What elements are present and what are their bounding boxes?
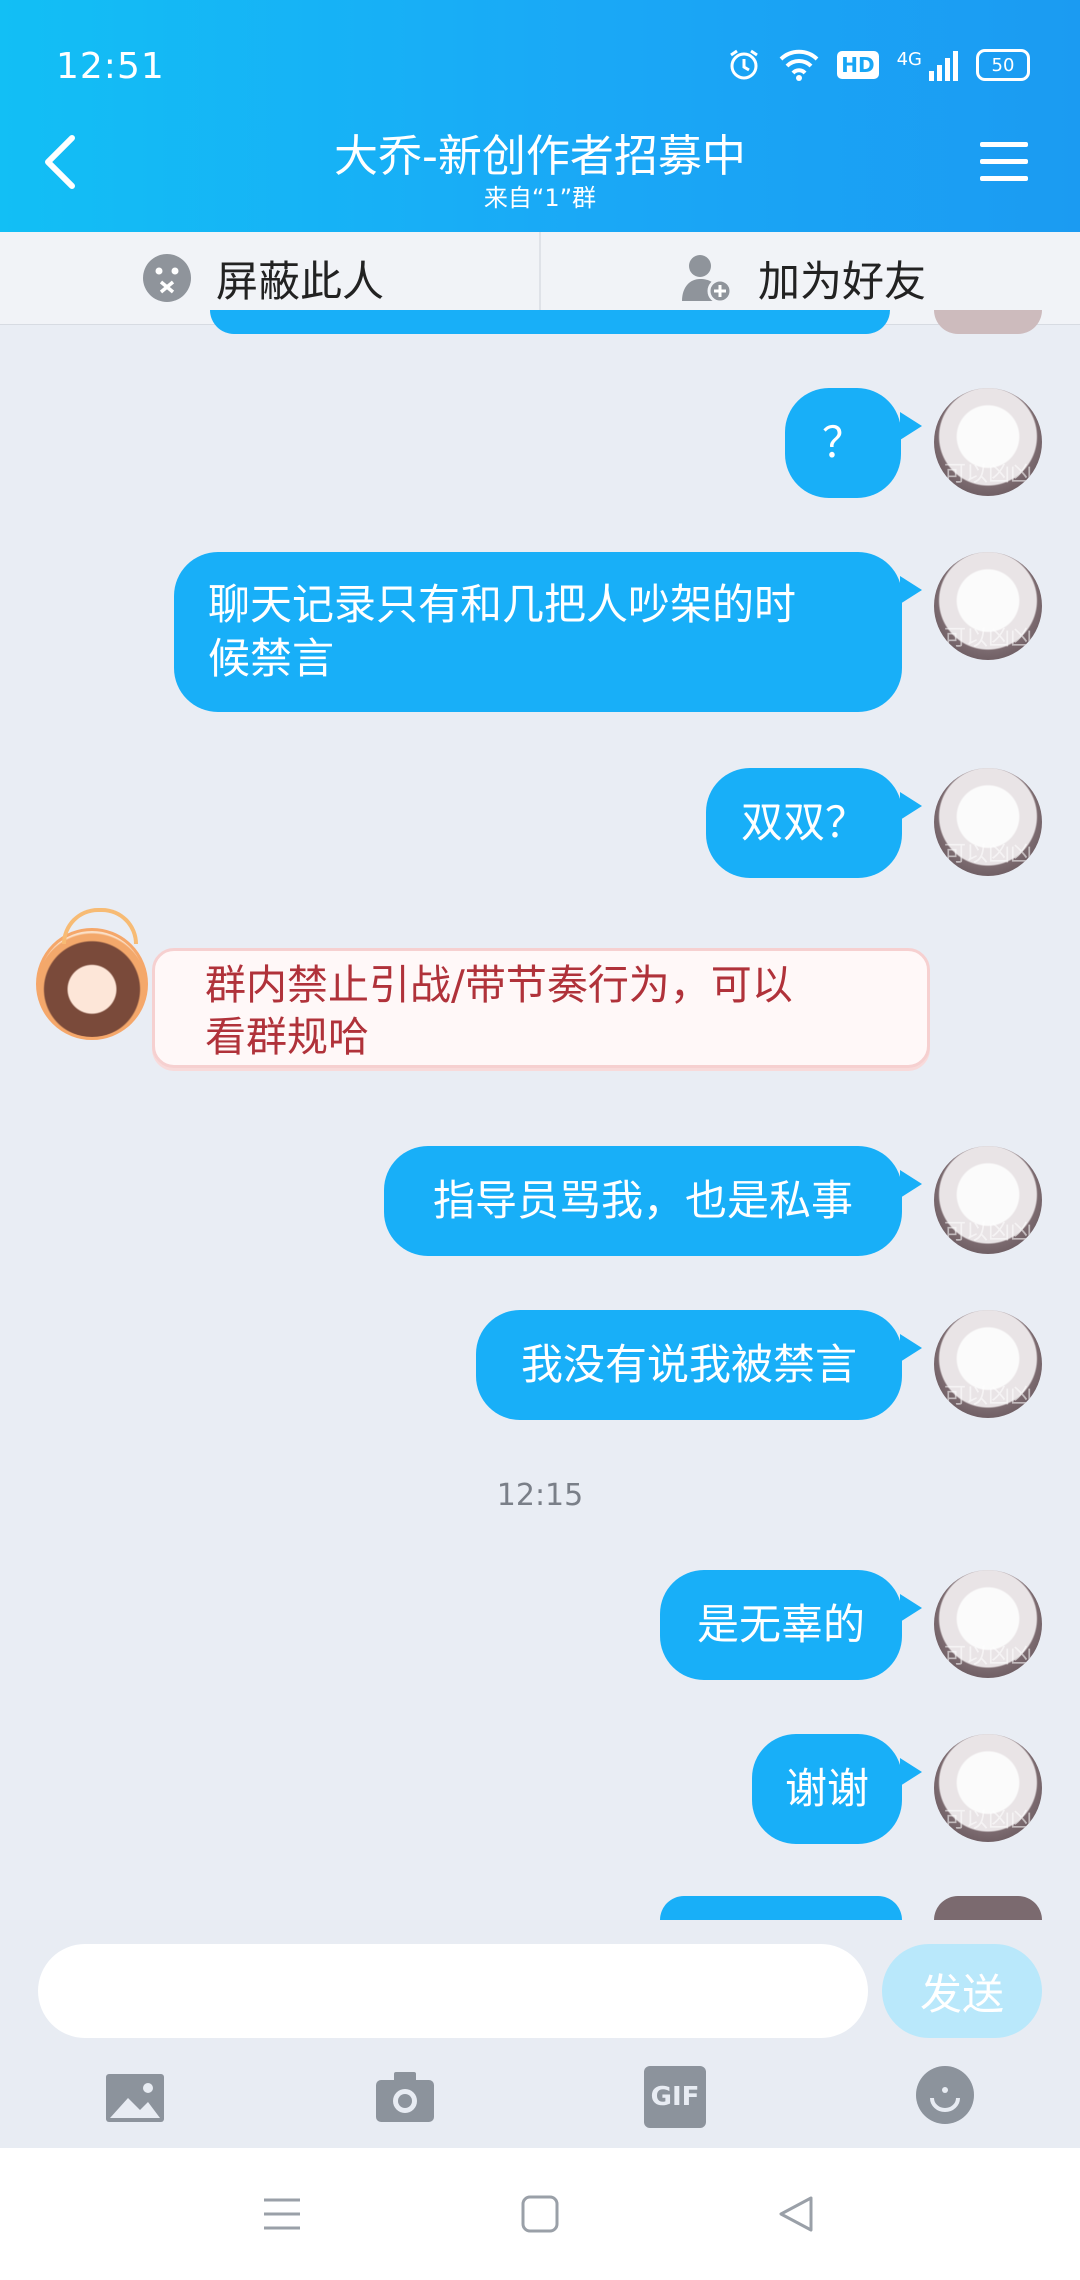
- chat-subtitle: 来自“1”群: [483, 184, 597, 212]
- message-bubble[interactable]: 指导员骂我，也是私事: [384, 1146, 902, 1256]
- bubble-tail: [900, 1334, 922, 1362]
- image-icon[interactable]: [104, 2066, 166, 2128]
- status-icons: HD 4G 50: [727, 48, 1030, 82]
- avatar[interactable]: 可以凶凶: [934, 1570, 1042, 1678]
- chat-header: 12:51 HD 4G 50 大乔-新创作者招募中 来自“1”群: [0, 0, 1080, 232]
- avatar[interactable]: 可以凶凶: [934, 1146, 1042, 1254]
- avatar[interactable]: 可以凶凶: [934, 552, 1042, 660]
- nav-back-icon[interactable]: [776, 2194, 816, 2234]
- nav-home-icon[interactable]: [520, 2194, 560, 2234]
- message-bubble[interactable]: 聊天记录只有和几把人吵架的时 候禁言: [174, 552, 902, 712]
- avatar-caption: 可以凶凶: [943, 1644, 1032, 1669]
- partial-message-bubble: [660, 1896, 902, 1920]
- hd-badge: HD: [837, 51, 879, 79]
- sender-avatar[interactable]: [36, 928, 148, 1040]
- message-text: 聊天记录只有和几把人吵架的时 候禁言: [208, 580, 797, 683]
- avatar[interactable]: 可以凶凶: [934, 768, 1042, 876]
- sender-avatar-ears: [62, 908, 138, 944]
- send-label: 发送: [919, 1969, 1004, 2019]
- menu-icon[interactable]: [980, 140, 1028, 184]
- avatar-caption: 可以凶凶: [943, 626, 1032, 651]
- partial-avatar: [934, 310, 1042, 334]
- message-text: ？: [821, 418, 864, 467]
- wifi-icon: [779, 49, 819, 81]
- avatar[interactable]: 可以凶凶: [934, 1310, 1042, 1418]
- message-text: 我没有说我被禁言: [520, 1340, 857, 1389]
- gif-label: GIF: [650, 2082, 700, 2112]
- bubble-tail: [900, 792, 922, 820]
- message-bubble[interactable]: ？: [785, 388, 901, 498]
- signal-icon: [929, 51, 958, 81]
- battery-icon: 50: [976, 49, 1030, 81]
- alarm-icon: [730, 49, 759, 80]
- message-text: 是无辜的: [696, 1600, 865, 1649]
- send-button[interactable]: 发送: [882, 1944, 1042, 2038]
- avatar[interactable]: 可以凶凶: [934, 1734, 1042, 1842]
- add-friend-icon: [682, 255, 733, 303]
- bubble-tail: [900, 1170, 922, 1198]
- avatar[interactable]: 可以凶凶: [934, 388, 1042, 496]
- incoming-bubble[interactable]: 群内禁止引战/带节奏行为，可以 看群规哈: [152, 948, 930, 1068]
- message-text: 双双？: [740, 798, 867, 847]
- add-friend-label: 加为好友: [758, 256, 927, 306]
- gif-icon[interactable]: GIF: [644, 2066, 706, 2128]
- message-bubble[interactable]: 谢谢: [752, 1734, 902, 1844]
- status-time: 12:51: [56, 46, 165, 87]
- bubble-tail: [900, 1758, 922, 1786]
- bubble-tail: [900, 576, 922, 604]
- avatar-caption: 可以凶凶: [943, 1220, 1032, 1245]
- camera-icon[interactable]: [374, 2066, 436, 2128]
- avatar-caption: 可以凶凶: [943, 1808, 1032, 1833]
- avatar-caption: 可以凶凶: [943, 842, 1032, 867]
- message-input[interactable]: [38, 1944, 868, 2038]
- message-text: 指导员骂我，也是私事: [432, 1176, 853, 1225]
- bubble-tail: [900, 1594, 922, 1622]
- message-bubble[interactable]: 是无辜的: [660, 1570, 902, 1680]
- bubble-tail: [900, 412, 922, 440]
- avatar-caption: 可以凶凶: [943, 1384, 1032, 1409]
- network-label: 4G: [896, 48, 922, 70]
- message-timestamp: 12:15: [496, 1478, 584, 1513]
- message-text: 谢谢: [784, 1764, 869, 1813]
- avatar-caption: 可以凶凶: [943, 462, 1032, 487]
- block-face-icon: [143, 254, 191, 302]
- message-bubble[interactable]: 我没有说我被禁言: [476, 1310, 902, 1420]
- message-text: 群内禁止引战/带节奏行为，可以 看群规哈: [205, 961, 793, 1061]
- partial-message-bubble: [210, 310, 890, 334]
- message-bubble[interactable]: 双双？: [706, 768, 902, 878]
- partial-avatar: [934, 1896, 1042, 1920]
- chat-title: 大乔-新创作者招募中: [334, 131, 746, 182]
- battery-level: 50: [991, 54, 1015, 76]
- nav-menu-icon[interactable]: [262, 2196, 302, 2232]
- emoji-icon[interactable]: [914, 2064, 976, 2126]
- block-user-label: 屏蔽此人: [216, 256, 385, 306]
